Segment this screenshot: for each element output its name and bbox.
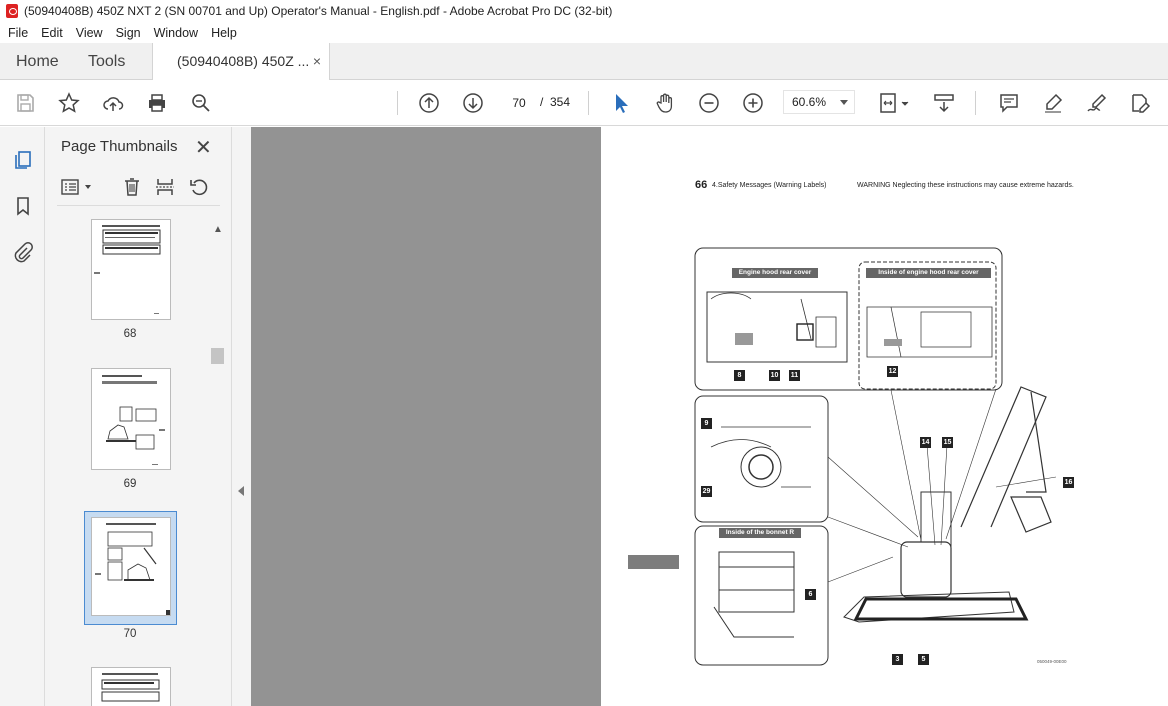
thumbnail-page-number: 70 (123, 628, 137, 640)
menu-sign[interactable]: Sign (116, 26, 141, 40)
label-marker: 16 (1063, 477, 1074, 488)
panel-collapse-strip[interactable] (232, 127, 251, 706)
acrobat-pdf-icon (6, 4, 18, 18)
zoom-in-icon[interactable] (741, 91, 765, 115)
thumbnail-page-69[interactable] (91, 368, 171, 470)
insert-page-icon[interactable] (154, 176, 176, 198)
toolbar (0, 80, 1168, 126)
tab-home[interactable]: Home (16, 43, 59, 80)
zoom-dropdown[interactable]: 60.6% (783, 90, 855, 114)
close-tab-icon[interactable]: × (313, 43, 321, 80)
menu-edit[interactable]: Edit (41, 26, 63, 40)
page-down-icon[interactable] (461, 91, 485, 115)
diagram-code: 050049-00E00 (1037, 659, 1067, 664)
tab-tools[interactable]: Tools (88, 43, 125, 80)
pdf-page: 66 4.Safety Messages (Warning Labels) WA… (601, 127, 1168, 706)
page-thumbnails-icon[interactable] (11, 148, 35, 172)
page-separator: / (540, 95, 544, 109)
document-tab-label: (50940408B) 450Z ... (177, 53, 310, 69)
label-marker: 12 (887, 366, 898, 377)
label-marker: 8 (734, 370, 745, 381)
chevron-down-icon (840, 100, 848, 105)
caption-inside-engine-hood-rear-cover: Inside of engine hood rear cover (866, 268, 991, 278)
label-marker: 9 (701, 418, 712, 429)
thumbnail-list: 68 69 70 (45, 219, 232, 706)
toolbar-separator (397, 91, 398, 115)
panel-title: Page Thumbnails (61, 138, 178, 155)
thumbnail-page-71[interactable] (91, 667, 171, 706)
comment-icon[interactable] (997, 91, 1021, 115)
thumbnail-page-number: 68 (123, 328, 137, 340)
select-cursor-icon[interactable] (609, 91, 633, 115)
toolbar-separator (975, 91, 976, 115)
thumbnail-options-icon[interactable] (61, 176, 95, 198)
thumbnail-page-70[interactable] (91, 517, 171, 616)
page-up-icon[interactable] (417, 91, 441, 115)
scroll-up-icon[interactable]: ▲ (213, 224, 223, 235)
caption-engine-hood-rear-cover: Engine hood rear cover (732, 268, 818, 278)
menu-view[interactable]: View (76, 26, 103, 40)
collapse-panel-icon[interactable] (238, 486, 244, 496)
close-panel-icon[interactable]: ✕ (195, 135, 212, 160)
scrollbar-thumb[interactable] (211, 348, 224, 364)
tab-bar: Home Tools (50940408B) 450Z ... × (0, 43, 1168, 81)
menu-file[interactable]: File (8, 26, 28, 40)
toolbar-separator (588, 91, 589, 115)
caption-inside-bonnet-r: Inside of the bonnet R (719, 528, 801, 538)
page-number-input[interactable]: 70 (505, 90, 533, 114)
total-pages: 354 (550, 95, 571, 109)
attachment-icon[interactable] (11, 240, 35, 264)
zoom-search-icon[interactable] (189, 91, 213, 115)
left-rail (0, 127, 45, 706)
window-title: (50940408B) 450Z NXT 2 (SN 00701 and Up)… (24, 4, 613, 18)
star-icon[interactable] (57, 91, 81, 115)
trash-icon[interactable] (121, 176, 143, 198)
title-bar: (50940408B) 450Z NXT 2 (SN 00701 and Up)… (0, 0, 1168, 22)
label-marker: 3 (892, 654, 903, 665)
hand-icon[interactable] (653, 91, 677, 115)
thumbnail-scrollbar[interactable] (210, 219, 224, 706)
highlight-icon[interactable] (1041, 91, 1065, 115)
label-marker: 6 (805, 589, 816, 600)
bookmark-icon[interactable] (11, 194, 35, 218)
thumbnail-toolbar (45, 172, 232, 202)
divider (57, 205, 220, 206)
menu-help[interactable]: Help (211, 26, 237, 40)
label-marker: 29 (701, 486, 712, 497)
thumbnail-page-68[interactable] (91, 219, 171, 320)
label-marker: 10 (769, 370, 780, 381)
label-marker: 11 (789, 370, 800, 381)
label-marker: 15 (942, 437, 953, 448)
label-marker: 5 (918, 654, 929, 665)
upload-icon[interactable] (101, 91, 125, 115)
print-icon[interactable] (145, 91, 169, 115)
sign-icon[interactable] (1085, 91, 1109, 115)
thumbnails-panel: Page Thumbnails ✕ 68 69 70 ▲ (45, 127, 232, 706)
excavator-label-diagram (694, 247, 1057, 666)
zoom-out-icon[interactable] (697, 91, 721, 115)
save-icon[interactable] (13, 91, 37, 115)
scroll-mode-icon[interactable] (932, 91, 956, 115)
tab-document[interactable]: (50940408B) 450Z ... × (152, 43, 330, 81)
menu-bar: File Edit View Sign Window Help (0, 22, 1168, 43)
fit-page-icon[interactable] (876, 91, 912, 115)
rotate-icon[interactable] (188, 176, 210, 198)
zoom-value: 60.6% (792, 95, 827, 109)
label-marker: 14 (920, 437, 931, 448)
menu-window[interactable]: Window (154, 26, 198, 40)
edit-pdf-icon[interactable] (1128, 91, 1152, 115)
thumbnail-page-number: 69 (123, 478, 137, 490)
